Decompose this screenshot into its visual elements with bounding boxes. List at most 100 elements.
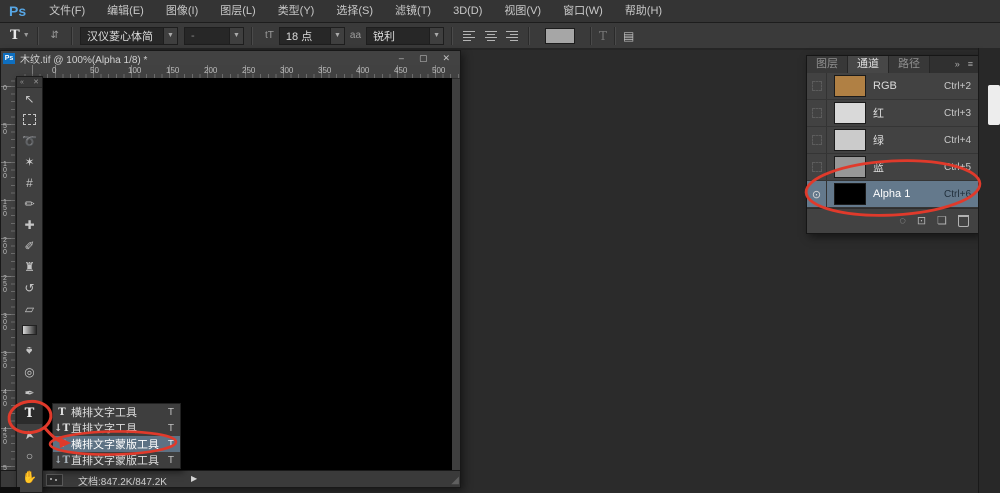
crop-tool-icon: #: [26, 176, 33, 190]
channel-row-1[interactable]: 红Ctrl+3: [807, 100, 979, 127]
chevron-down-icon[interactable]: ▼: [229, 28, 243, 44]
history-brush-tool[interactable]: ↺: [17, 277, 42, 298]
v-ruler-label: 450: [3, 428, 7, 446]
text-color-swatch[interactable]: [545, 28, 575, 44]
chevron-down-icon[interactable]: ▼: [429, 28, 443, 44]
lasso-tool[interactable]: ➰: [17, 130, 42, 151]
hand-tool[interactable]: ✋: [17, 466, 42, 487]
menu-item-5[interactable]: 选择(S): [325, 0, 384, 22]
crop-tool[interactable]: #: [17, 172, 42, 193]
type-menu-item-1[interactable]: ↓T直排文字工具T: [53, 420, 180, 436]
panel-tab-路径[interactable]: 路径: [889, 56, 930, 73]
type-tool-preset-icon[interactable]: T: [10, 28, 20, 43]
menu-item-8[interactable]: 视图(V): [493, 0, 552, 22]
close-panel-icon[interactable]: ✕: [33, 78, 39, 86]
shortcut-key: T: [168, 455, 180, 466]
visibility-toggle[interactable]: [807, 154, 827, 180]
type-menu-item-label: 直排文字工具: [71, 420, 137, 436]
document-title-bar[interactable]: Ps 木纹.tif @ 100%(Alpha 1/8) * – ▢ ✕: [1, 51, 460, 66]
delete-channel-icon[interactable]: [958, 215, 969, 227]
maximize-button[interactable]: ▢: [419, 53, 428, 64]
shortcut-key: T: [168, 439, 180, 450]
panel-tab-图层[interactable]: 图层: [807, 56, 848, 73]
align-right-button[interactable]: [501, 28, 520, 44]
menu-item-10[interactable]: 帮助(H): [614, 0, 673, 22]
ellipse-tool-icon: ○: [26, 449, 33, 463]
clone-stamp-tool[interactable]: ♜: [17, 256, 42, 277]
menu-item-6[interactable]: 滤镜(T): [384, 0, 442, 22]
rectangular-marquee-tool[interactable]: [17, 109, 42, 130]
pen-tool[interactable]: ✒: [17, 382, 42, 403]
new-channel-icon[interactable]: ❏: [937, 216, 947, 227]
save-selection-as-channel-icon[interactable]: ⊡: [917, 216, 926, 227]
visibility-toggle[interactable]: [807, 73, 827, 99]
font-family-select[interactable]: 汉仪菱心体简 ▼: [80, 27, 178, 45]
channel-row-4[interactable]: ⊙Alpha 1Ctrl+6: [807, 181, 979, 208]
text-orientation-icon[interactable]: ⇵: [51, 30, 59, 41]
menu-item-4[interactable]: 类型(Y): [267, 0, 326, 22]
channel-thumbnail: [834, 156, 866, 178]
type-tool[interactable]: T: [17, 403, 42, 424]
chevron-down-icon[interactable]: ▼: [330, 28, 344, 44]
collapse-panel-icon[interactable]: «: [20, 79, 24, 86]
font-size-select[interactable]: 18 点 ▼: [279, 27, 345, 45]
visibility-toggle[interactable]: ⊙: [807, 181, 827, 207]
healing-brush-tool-icon: ✚: [24, 218, 34, 232]
close-button[interactable]: ✕: [442, 53, 450, 64]
eye-icon: ⊙: [812, 188, 821, 201]
channel-row-0[interactable]: RGBCtrl+2: [807, 73, 979, 100]
move-tool[interactable]: ↖: [17, 88, 42, 109]
eraser-tool[interactable]: ▱: [17, 298, 42, 319]
brush-tool-icon: ✐: [24, 239, 34, 253]
panel-tab-通道[interactable]: 通道: [848, 56, 889, 73]
pen-tool-icon: ✒: [24, 386, 34, 400]
healing-brush-tool[interactable]: ✚: [17, 214, 42, 235]
font-style-select[interactable]: - ▼: [184, 27, 244, 45]
collapse-dock-icon[interactable]: »: [955, 56, 960, 73]
menubar-items: 文件(F)编辑(E)图像(I)图层(L)类型(Y)选择(S)滤镜(T)3D(D)…: [38, 0, 673, 22]
blur-tool[interactable]: ♠: [17, 340, 42, 361]
status-expand-icon[interactable]: ▶: [191, 474, 197, 483]
panel-menu-icon[interactable]: ≡: [968, 56, 973, 73]
dodge-tool[interactable]: ◎: [17, 361, 42, 382]
chevron-down-icon[interactable]: ▼: [163, 28, 177, 44]
ellipse-tool[interactable]: ○: [17, 445, 42, 466]
toggle-panels-icon[interactable]: ▤: [623, 29, 634, 43]
photoshop-window: Ps 文件(F)编辑(E)图像(I)图层(L)类型(Y)选择(S)滤镜(T)3D…: [0, 0, 1000, 493]
type-menu-item-2[interactable]: T横排文字蒙版工具T: [53, 436, 180, 452]
separator: [590, 27, 592, 45]
channel-row-3[interactable]: 蓝Ctrl+5: [807, 154, 979, 181]
type-menu-item-3[interactable]: ↓T直排文字蒙版工具T: [53, 452, 180, 468]
type-tool-flyout-menu: T横排文字工具T↓T直排文字工具TT横排文字蒙版工具T↓T直排文字蒙版工具T: [52, 403, 181, 469]
visibility-toggle[interactable]: [807, 127, 827, 153]
chevron-down-icon[interactable]: ▼: [23, 32, 30, 39]
path-selection-tool[interactable]: ➤: [17, 424, 42, 445]
resize-grip[interactable]: ◢: [451, 476, 459, 486]
anti-alias-select[interactable]: 锐利 ▼: [366, 27, 444, 45]
gradient-tool[interactable]: [17, 319, 42, 340]
status-thumbnail-icon: [46, 474, 63, 486]
menu-item-7[interactable]: 3D(D): [442, 0, 493, 22]
load-channel-as-selection-icon[interactable]: ◌: [899, 216, 906, 227]
eye-empty-box: [812, 135, 822, 145]
eyedropper-tool[interactable]: ✏: [17, 193, 42, 214]
menu-item-9[interactable]: 窗口(W): [552, 0, 614, 22]
visibility-toggle[interactable]: [807, 100, 827, 126]
h-ruler-label: 100: [128, 66, 141, 75]
align-center-button[interactable]: [482, 28, 499, 44]
minimize-button[interactable]: –: [399, 53, 404, 64]
menu-item-0[interactable]: 文件(F): [38, 0, 96, 22]
brush-tool[interactable]: ✐: [17, 235, 42, 256]
menu-item-2[interactable]: 图像(I): [155, 0, 209, 22]
menu-item-3[interactable]: 图层(L): [209, 0, 266, 22]
align-left-button[interactable]: [461, 28, 480, 44]
channel-row-2[interactable]: 绿Ctrl+4: [807, 127, 979, 154]
channel-shortcut: Ctrl+3: [944, 108, 979, 119]
type-menu-item-0[interactable]: T横排文字工具T: [53, 404, 180, 420]
scrollbar-thumb[interactable]: [988, 85, 1000, 125]
quick-selection-tool[interactable]: ✶: [17, 151, 42, 172]
type-tool-icon: T: [53, 407, 71, 418]
panel-tab-bar: 图层通道路径 » ≡: [807, 56, 979, 73]
menu-item-1[interactable]: 编辑(E): [96, 0, 155, 22]
channel-shortcut: Ctrl+5: [944, 162, 979, 173]
